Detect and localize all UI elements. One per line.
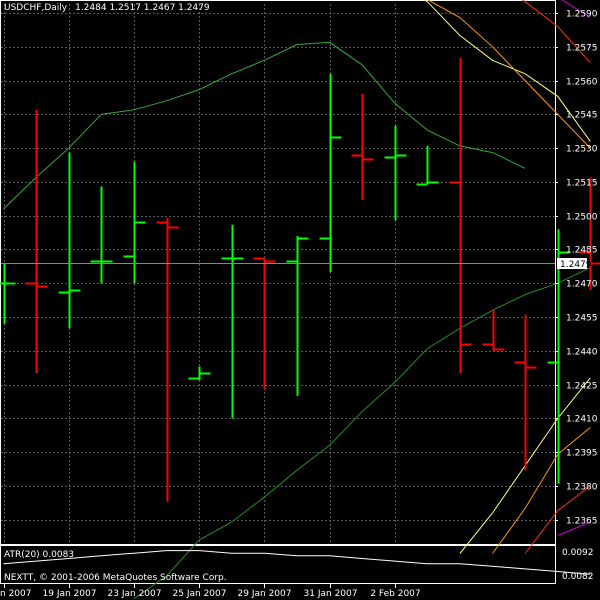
grid <box>1 4 555 544</box>
ohlc-bar <box>286 235 309 396</box>
ohlc-bar <box>221 224 244 419</box>
atr-line <box>3 550 591 575</box>
ohlc-bar <box>253 257 276 390</box>
y-tick-label: 1.2500 <box>566 213 598 223</box>
ohlc-bar <box>0 262 16 324</box>
ohlc-bar <box>25 109 48 374</box>
y-tick-label: 1.2590 <box>566 10 598 20</box>
x-tick-label: 2 Feb 2007 <box>370 589 420 599</box>
x-tick-label: 25 Jan 2007 <box>173 589 227 599</box>
x-tick-label: 17 Jan 2007 <box>0 589 31 599</box>
ohlc-bar <box>58 152 81 329</box>
atr-label: ATR(20) 0.0083 <box>4 550 74 560</box>
y-tick-label: 1.2545 <box>566 111 598 121</box>
ohlc-bar <box>90 186 113 284</box>
y-tick-label: 1.2410 <box>566 415 598 425</box>
ohlc-bar <box>188 366 211 381</box>
y-tick-label: 1.2425 <box>566 382 598 392</box>
ohlc-bar <box>319 73 342 272</box>
ohlc-bar <box>482 310 505 351</box>
ohlc-bar <box>156 217 179 502</box>
band2-line <box>427 0 591 149</box>
y-tick-label: 1.2575 <box>566 44 598 54</box>
chart-title: USDCHF,Daily 1.2484 1.2517 1.2467 1.2479 <box>4 3 210 13</box>
ohlc-bar <box>579 177 600 291</box>
y-tick-label: 1.2440 <box>566 348 598 358</box>
ohlc-bar <box>449 58 472 374</box>
main-pane-frame <box>0 0 556 545</box>
ohlc-bar <box>416 145 439 186</box>
y-tick-label: 1.2365 <box>566 517 598 527</box>
x-tick-label: 31 Jan 2007 <box>304 589 358 599</box>
y-tick-label: 1.2395 <box>566 449 598 459</box>
x-tick-label: 29 Jan 2007 <box>238 589 292 599</box>
ohlc-bar <box>514 314 537 471</box>
y-tick-label: 1.2560 <box>566 78 598 88</box>
y-tick-label: 1.2515 <box>566 179 598 189</box>
ohlc-values: 1.2484 1.2517 1.2467 1.2479 <box>75 3 210 13</box>
symbol-title: USDCHF,Daily <box>4 3 68 13</box>
y-tick-label: 1.2485 <box>566 246 598 256</box>
y-tick-label: 1.2455 <box>566 314 598 324</box>
y-tick-label: 1.2530 <box>566 145 598 155</box>
atr-scale-high: 0.0092 <box>562 548 594 558</box>
x-tick-label: 19 Jan 2007 <box>43 589 97 599</box>
ohlc-bars <box>0 58 600 502</box>
y-tick-label: 1.2380 <box>566 483 598 493</box>
ohlc-bar <box>351 94 374 200</box>
copyright-text: NEXTT, © 2001-2006 MetaQuotes Software C… <box>4 573 227 583</box>
price-chart: 1.2590 1.2575 1.2560 1.2545 1.2530 1.2515 1.25… <box>0 0 600 600</box>
y-tick-label: 1.2470 <box>566 280 598 290</box>
ohlc-bar <box>123 161 146 284</box>
current-price-label: 1.2479 <box>560 260 592 270</box>
ohlc-bar <box>384 125 407 221</box>
atr-scale-low: 0.0082 <box>562 572 594 582</box>
band1-line <box>423 0 591 142</box>
time-axis: 17 Jan 2007 19 Jan 2007 23 Jan 2007 25 Jan … <box>0 584 421 599</box>
x-tick-label: 23 Jan 2007 <box>108 589 162 599</box>
